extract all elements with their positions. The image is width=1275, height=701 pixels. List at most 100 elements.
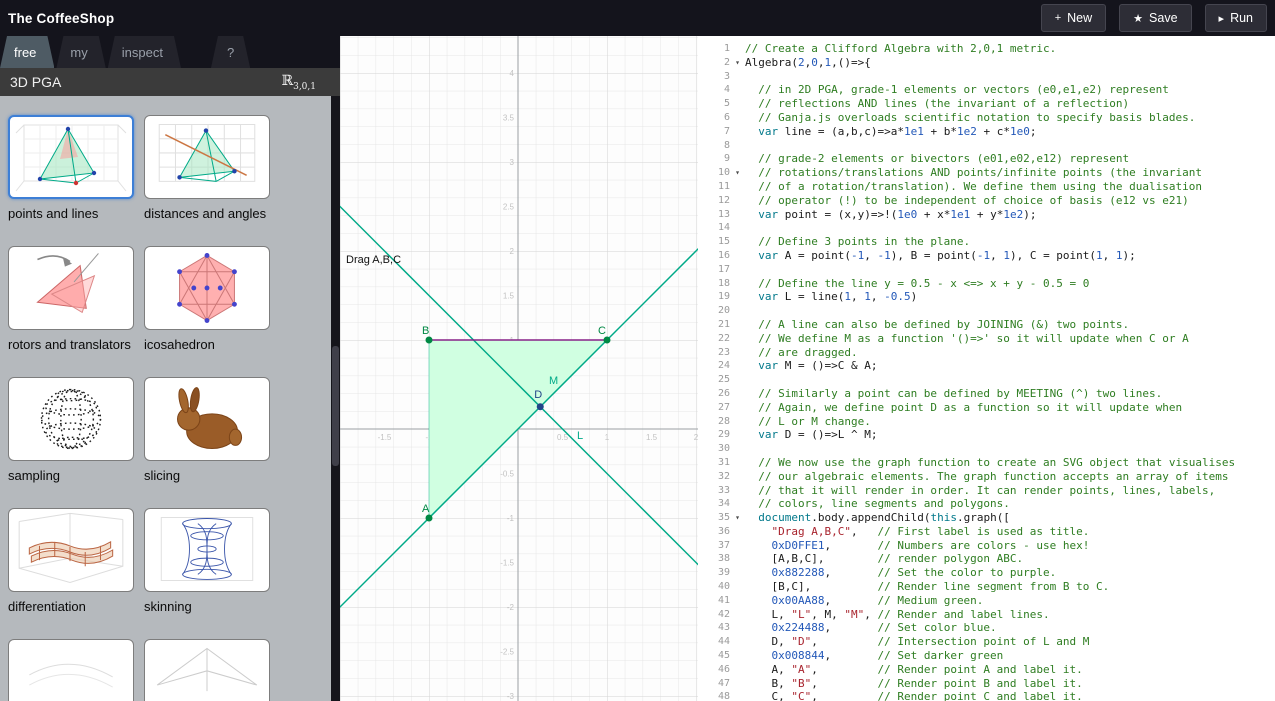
code-line[interactable]: 33 // that it will render in order. It c… bbox=[698, 484, 1275, 498]
code-line[interactable]: 31 // We now use the graph function to c… bbox=[698, 456, 1275, 470]
code-line[interactable]: 14 bbox=[698, 221, 1275, 235]
code-line[interactable]: 26 // Similarly a point can be defined b… bbox=[698, 387, 1275, 401]
scrollbar-thumb[interactable] bbox=[332, 346, 339, 466]
code-line[interactable]: 45 0x008844, // Set darker green bbox=[698, 649, 1275, 663]
graph-title: Drag A,B,C bbox=[346, 254, 401, 266]
graph-point-C[interactable] bbox=[603, 336, 611, 344]
new-button[interactable]: + New bbox=[1040, 4, 1107, 32]
run-button[interactable]: ▸ Run bbox=[1204, 4, 1267, 32]
fold-gutter bbox=[730, 621, 745, 635]
example-differentiation[interactable]: differentiation bbox=[8, 508, 134, 614]
code-line[interactable]: 10 ▾ // rotations/translations AND points… bbox=[698, 166, 1275, 180]
code-line[interactable]: 36 "Drag A,B,C", // First label is used … bbox=[698, 525, 1275, 539]
tab-inspect[interactable]: inspect bbox=[108, 36, 181, 68]
code-line[interactable]: 19 var L = line(1, 1, -0.5) bbox=[698, 290, 1275, 304]
code-line[interactable]: 12 // operator (!) to be independent of … bbox=[698, 194, 1275, 208]
code-line[interactable]: 21 // A line can also be defined by JOIN… bbox=[698, 318, 1275, 332]
code-line[interactable]: 35 ▾ document.body.appendChild(this.graph… bbox=[698, 511, 1275, 525]
example-label: rotors and translators bbox=[8, 337, 131, 352]
example-icosahedron[interactable]: icosahedron bbox=[144, 246, 270, 352]
code-line[interactable]: 32 // our algebraic elements. The graph … bbox=[698, 470, 1275, 484]
line-number: 24 bbox=[717, 360, 730, 372]
fold-arrow-icon[interactable]: ▾ bbox=[730, 166, 745, 180]
line-number: 8 bbox=[723, 139, 730, 151]
graph-point-D[interactable] bbox=[536, 403, 544, 411]
code-line[interactable]: 43 0x224488, // Set color blue. bbox=[698, 621, 1275, 635]
line-number: 36 bbox=[717, 525, 730, 537]
sidebar-scrollbar[interactable] bbox=[331, 96, 340, 701]
code-line[interactable]: 24 var M = ()=>C & A; bbox=[698, 359, 1275, 373]
code-line[interactable]: 48 C, "C", // Render point C and label i… bbox=[698, 690, 1275, 701]
code-line[interactable]: 18 // Define the line y = 0.5 - x <=> x … bbox=[698, 277, 1275, 291]
fold-arrow-icon[interactable]: ▾ bbox=[730, 56, 745, 70]
tab-my[interactable]: my bbox=[56, 36, 105, 68]
example-skinning[interactable]: skinning bbox=[144, 508, 270, 614]
code-line[interactable]: 3 bbox=[698, 70, 1275, 84]
example-points-and-lines[interactable]: points and lines bbox=[8, 115, 134, 221]
code-line[interactable]: 2 ▾ Algebra(2,0,1,()=>{ bbox=[698, 56, 1275, 70]
graph-canvas[interactable]: -1.5-1-0.50.511.5243.532.521.510.5-0.5-1… bbox=[340, 36, 698, 701]
code-line[interactable]: 22 // We define M as a function '()=>' s… bbox=[698, 332, 1275, 346]
y-axis-tick: -1 bbox=[507, 514, 515, 523]
example-distances-and-angles[interactable]: distances and angles bbox=[144, 115, 270, 221]
save-button[interactable]: ★ Save bbox=[1119, 4, 1192, 32]
code-line[interactable]: 5 // reflections AND lines (the invarian… bbox=[698, 97, 1275, 111]
fold-gutter bbox=[730, 332, 745, 346]
code-line[interactable]: 38 [A,B,C], // render polygon ABC. bbox=[698, 552, 1275, 566]
code-line[interactable]: 47 B, "B", // Render point B and label i… bbox=[698, 677, 1275, 691]
line-number: 32 bbox=[717, 470, 730, 482]
fold-gutter bbox=[730, 70, 745, 84]
code-line[interactable]: 40 [B,C], // Render line segment from B … bbox=[698, 580, 1275, 594]
fold-gutter bbox=[730, 566, 745, 580]
example-partial-right[interactable] bbox=[144, 639, 270, 701]
code-line[interactable]: 1 // Create a Clifford Algebra with 2,0,1… bbox=[698, 42, 1275, 56]
code-line[interactable]: 41 0x00AA88, // Medium green. bbox=[698, 594, 1275, 608]
code-line[interactable]: 20 bbox=[698, 304, 1275, 318]
example-rotors-and-translators[interactable]: rotors and translators bbox=[8, 246, 134, 352]
code-text: // Create a Clifford Algebra with 2,0,1 … bbox=[745, 42, 1057, 55]
graph-svg[interactable]: -1.5-1-0.50.511.5243.532.521.510.5-0.5-1… bbox=[340, 36, 698, 701]
code-line[interactable]: 16 var A = point(-1, -1), B = point(-1, … bbox=[698, 249, 1275, 263]
code-editor[interactable]: 1 // Create a Clifford Algebra with 2,0,1… bbox=[698, 36, 1275, 701]
example-slicing[interactable]: slicing bbox=[144, 377, 270, 483]
code-line[interactable]: 29 var D = ()=>L ^ M; bbox=[698, 428, 1275, 442]
tab-help[interactable]: ? bbox=[211, 36, 250, 68]
example-partial-left[interactable] bbox=[8, 639, 134, 701]
code-line[interactable]: 39 0x882288, // Set the color to purple. bbox=[698, 566, 1275, 580]
code-line[interactable]: 17 bbox=[698, 263, 1275, 277]
example-sampling[interactable]: sampling bbox=[8, 377, 134, 483]
code-line[interactable]: 15 // Define 3 points in the plane. bbox=[698, 235, 1275, 249]
fold-arrow-icon[interactable]: ▾ bbox=[730, 511, 745, 525]
code-text: // Similarly a point can be defined by M… bbox=[745, 386, 1163, 400]
graph-point-A[interactable] bbox=[425, 514, 433, 522]
tab-free[interactable]: free bbox=[0, 36, 54, 68]
code-line[interactable]: 34 // colors, line segments and polygons… bbox=[698, 497, 1275, 511]
fold-gutter bbox=[730, 346, 745, 360]
code-line[interactable]: 27 // Again, we define point D as a func… bbox=[698, 401, 1275, 415]
slicing-thumb-icon bbox=[177, 387, 243, 449]
code-line[interactable]: 46 A, "A", // Render point A and label i… bbox=[698, 663, 1275, 677]
code-line[interactable]: 37 0xD0FFE1, // Numbers are colors - use… bbox=[698, 539, 1275, 553]
run-button-label: Run bbox=[1230, 11, 1253, 25]
code-line[interactable]: 13 var point = (x,y)=>!(1e0 + x*1e1 + y*… bbox=[698, 208, 1275, 222]
code-line[interactable]: 11 // of a rotation/translation). We def… bbox=[698, 180, 1275, 194]
graph-point-B[interactable] bbox=[425, 336, 433, 344]
code-line[interactable]: 8 bbox=[698, 139, 1275, 153]
code-line[interactable]: 25 bbox=[698, 373, 1275, 387]
plus-icon: + bbox=[1054, 12, 1062, 24]
fold-gutter bbox=[730, 484, 745, 498]
fold-gutter bbox=[730, 635, 745, 649]
code-line[interactable]: 9 // grade-2 elements or bivectors (e01,… bbox=[698, 152, 1275, 166]
x-axis-tick: 1 bbox=[605, 433, 610, 442]
line-number: 35 bbox=[717, 512, 730, 524]
code-line[interactable]: 30 bbox=[698, 442, 1275, 456]
code-line[interactable]: 6 // Ganja.js overloads scientific notat… bbox=[698, 111, 1275, 125]
line-number: 16 bbox=[717, 249, 730, 261]
code-line[interactable]: 23 // are dragged. bbox=[698, 346, 1275, 360]
code-line[interactable]: 28 // L or M change. bbox=[698, 415, 1275, 429]
code-line[interactable]: 7 var line = (a,b,c)=>a*1e1 + b*1e2 + c*… bbox=[698, 125, 1275, 139]
code-line[interactable]: 42 L, "L", M, "M", // Render and label l… bbox=[698, 608, 1275, 622]
code-line[interactable]: 44 D, "D", // Intersection point of L an… bbox=[698, 635, 1275, 649]
code-line[interactable]: 4 // in 2D PGA, grade-1 elements or vect… bbox=[698, 83, 1275, 97]
